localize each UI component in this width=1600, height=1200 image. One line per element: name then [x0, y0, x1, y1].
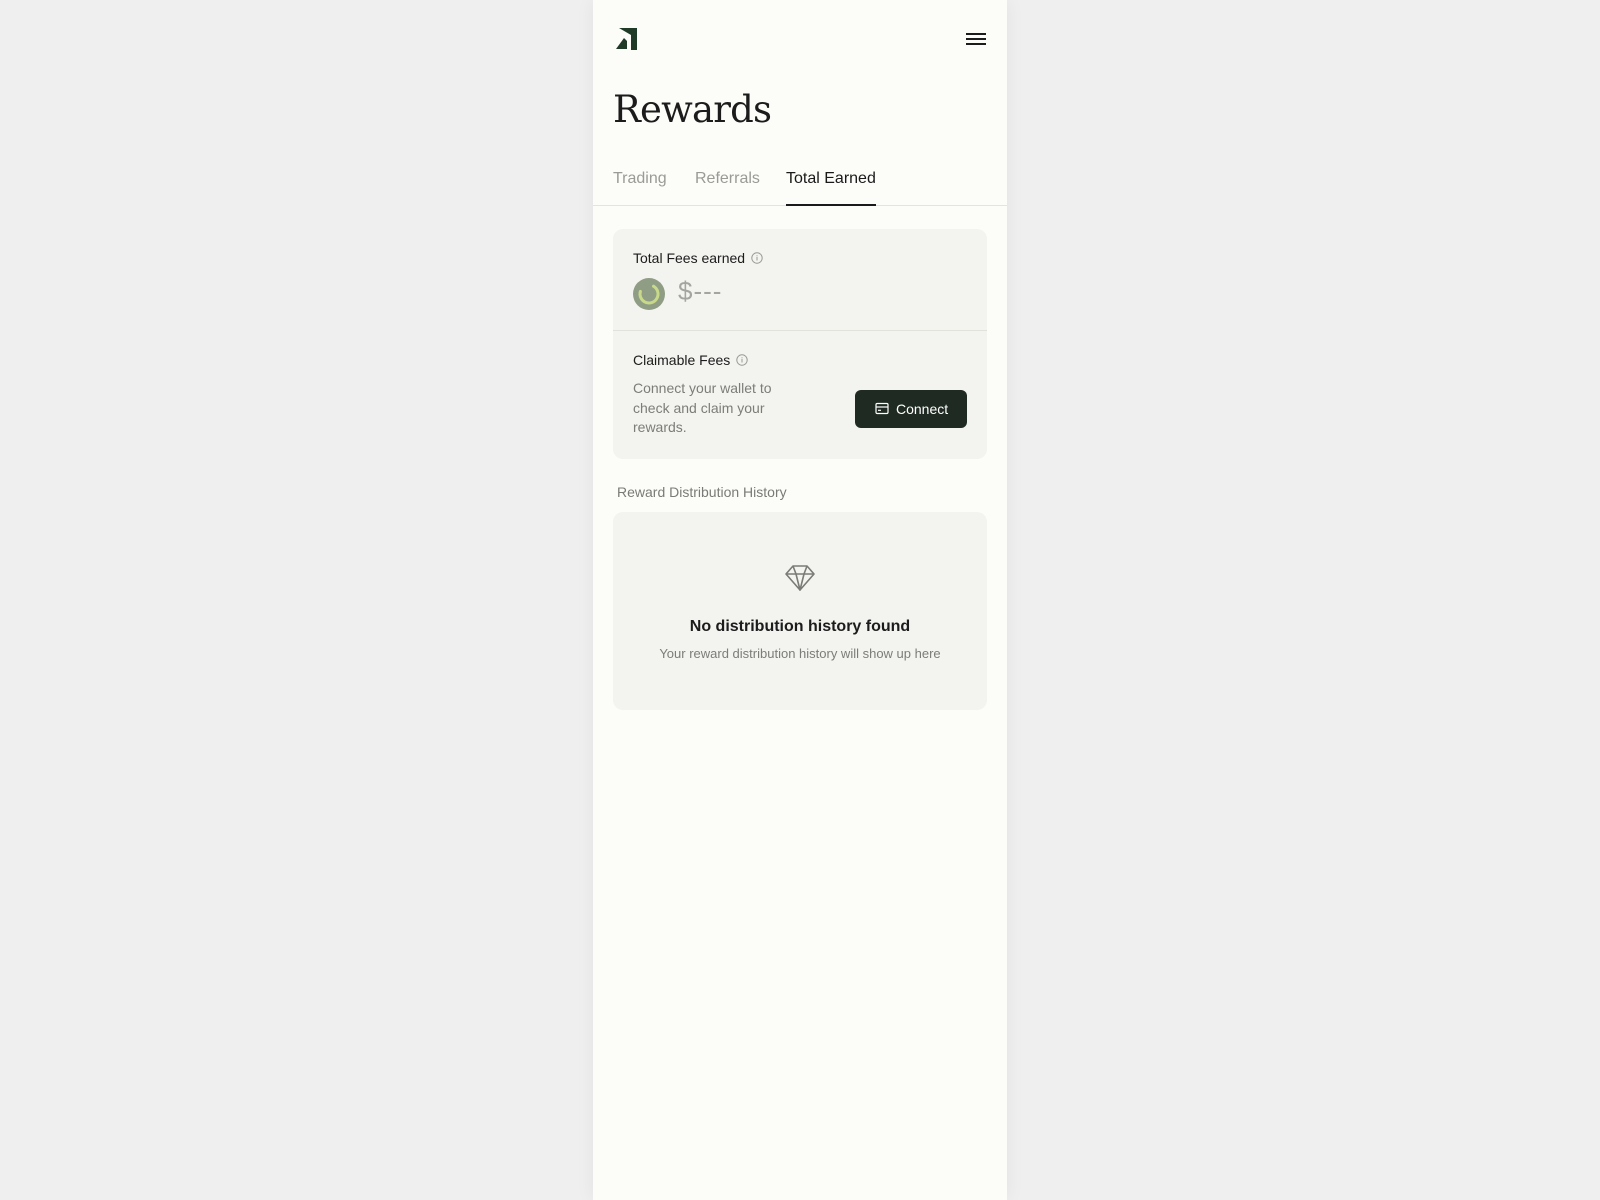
claimable-fees-row: Claimable Fees: [633, 352, 748, 368]
tab-total-earned[interactable]: Total Earned: [786, 170, 876, 206]
total-fees-label: Total Fees earned: [633, 250, 746, 266]
diamond-icon: [785, 565, 815, 591]
loading-spinner-icon: [633, 278, 665, 310]
tab-referrals[interactable]: Referrals: [695, 170, 760, 204]
claimable-description: Connect your wallet to check and claim y…: [633, 380, 772, 435]
total-fees-row: Total Fees earned: [633, 250, 763, 266]
card-divider: [613, 330, 987, 331]
history-empty-card: No distribution history found Your rewar…: [613, 512, 987, 710]
info-icon[interactable]: [736, 354, 748, 366]
top-bar: [613, 26, 987, 54]
tab-bar: Trading Referrals Total Earned: [593, 168, 1007, 206]
hamburger-menu-icon[interactable]: [965, 29, 987, 49]
connect-wallet-button[interactable]: Connect: [855, 390, 967, 428]
wallet-icon: [875, 402, 889, 415]
fees-card: Total Fees earned $--- Claimable Fees Co…: [613, 229, 987, 459]
connect-button-label: Connect: [896, 401, 949, 417]
tab-trading[interactable]: Trading: [613, 170, 667, 204]
page-title: Rewards: [613, 88, 772, 131]
mobile-frame: Rewards Trading Referrals Total Earned T…: [593, 0, 1007, 1200]
claimable-fees-label: Claimable Fees: [633, 352, 731, 368]
total-fees-value: $---: [678, 276, 723, 306]
history-section-label: Reward Distribution History: [617, 484, 787, 500]
empty-state-subtitle: Your reward distribution history will sh…: [659, 646, 941, 661]
info-icon[interactable]: [751, 252, 763, 264]
brand-logo-icon[interactable]: [615, 27, 639, 51]
empty-state-title: No distribution history found: [689, 618, 911, 635]
